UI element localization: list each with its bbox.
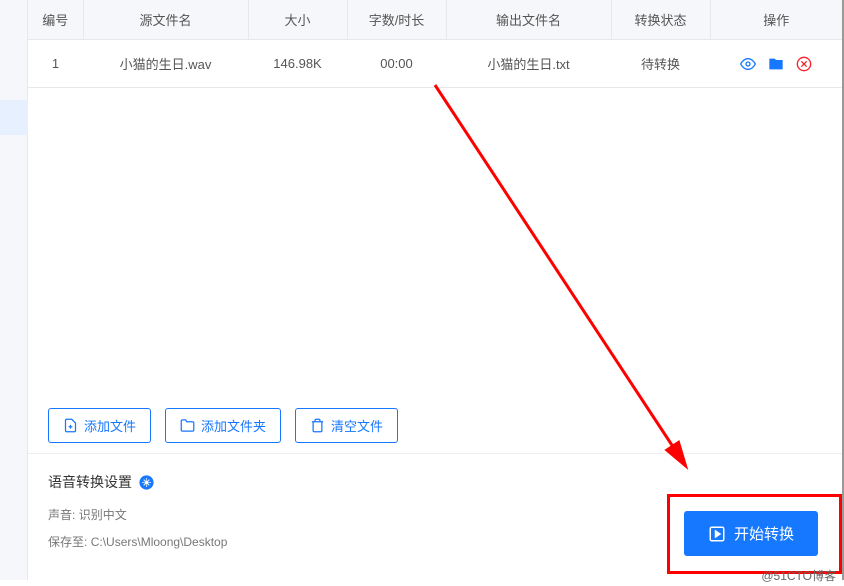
cell-size: 146.98K — [248, 40, 347, 88]
header-num: 编号 — [28, 0, 83, 40]
header-src: 源文件名 — [83, 0, 248, 40]
gear-icon[interactable] — [138, 474, 155, 491]
file-table: 编号 源文件名 大小 字数/时长 输出文件名 转换状态 操作 1 小猫的生日.w… — [28, 0, 842, 88]
watermark: @51CTO博客 — [761, 567, 836, 584]
cell-src: 小猫的生日.wav — [83, 40, 248, 88]
table-row[interactable]: 1 小猫的生日.wav 146.98K 00:00 小猫的生日.txt 待转换 — [28, 40, 842, 88]
add-file-label: 添加文件 — [84, 416, 136, 435]
cell-status: 待转换 — [611, 40, 710, 88]
start-convert-button[interactable]: 开始转换 — [684, 511, 818, 556]
settings-section: 语音转换设置 声音: 识别中文 保存至: C:\Users\Mloong\Des… — [28, 453, 842, 580]
cell-num: 1 — [28, 40, 83, 88]
header-size: 大小 — [248, 0, 347, 40]
clear-files-label: 清空文件 — [331, 416, 383, 435]
add-file-button[interactable]: 添加文件 — [48, 408, 151, 443]
left-sidebar — [0, 0, 28, 580]
clear-files-button[interactable]: 清空文件 — [295, 408, 398, 443]
start-convert-label: 开始转换 — [734, 523, 794, 544]
cell-output: 小猫的生日.txt — [446, 40, 611, 88]
folder-icon[interactable] — [768, 56, 784, 72]
delete-icon[interactable] — [796, 56, 812, 72]
header-output: 输出文件名 — [446, 0, 611, 40]
sidebar-active-item[interactable] — [0, 100, 28, 135]
add-folder-label: 添加文件夹 — [201, 416, 266, 435]
cell-duration: 00:00 — [347, 40, 446, 88]
play-icon — [708, 525, 726, 543]
table-empty-area — [28, 88, 842, 398]
header-ops: 操作 — [710, 0, 842, 40]
eye-icon[interactable] — [740, 56, 756, 72]
add-folder-button[interactable]: 添加文件夹 — [165, 408, 281, 443]
header-duration: 字数/时长 — [347, 0, 446, 40]
folder-plus-icon — [180, 418, 195, 433]
trash-icon — [310, 418, 325, 433]
settings-title: 语音转换设置 — [48, 472, 132, 492]
header-status: 转换状态 — [611, 0, 710, 40]
file-plus-icon — [63, 418, 78, 433]
